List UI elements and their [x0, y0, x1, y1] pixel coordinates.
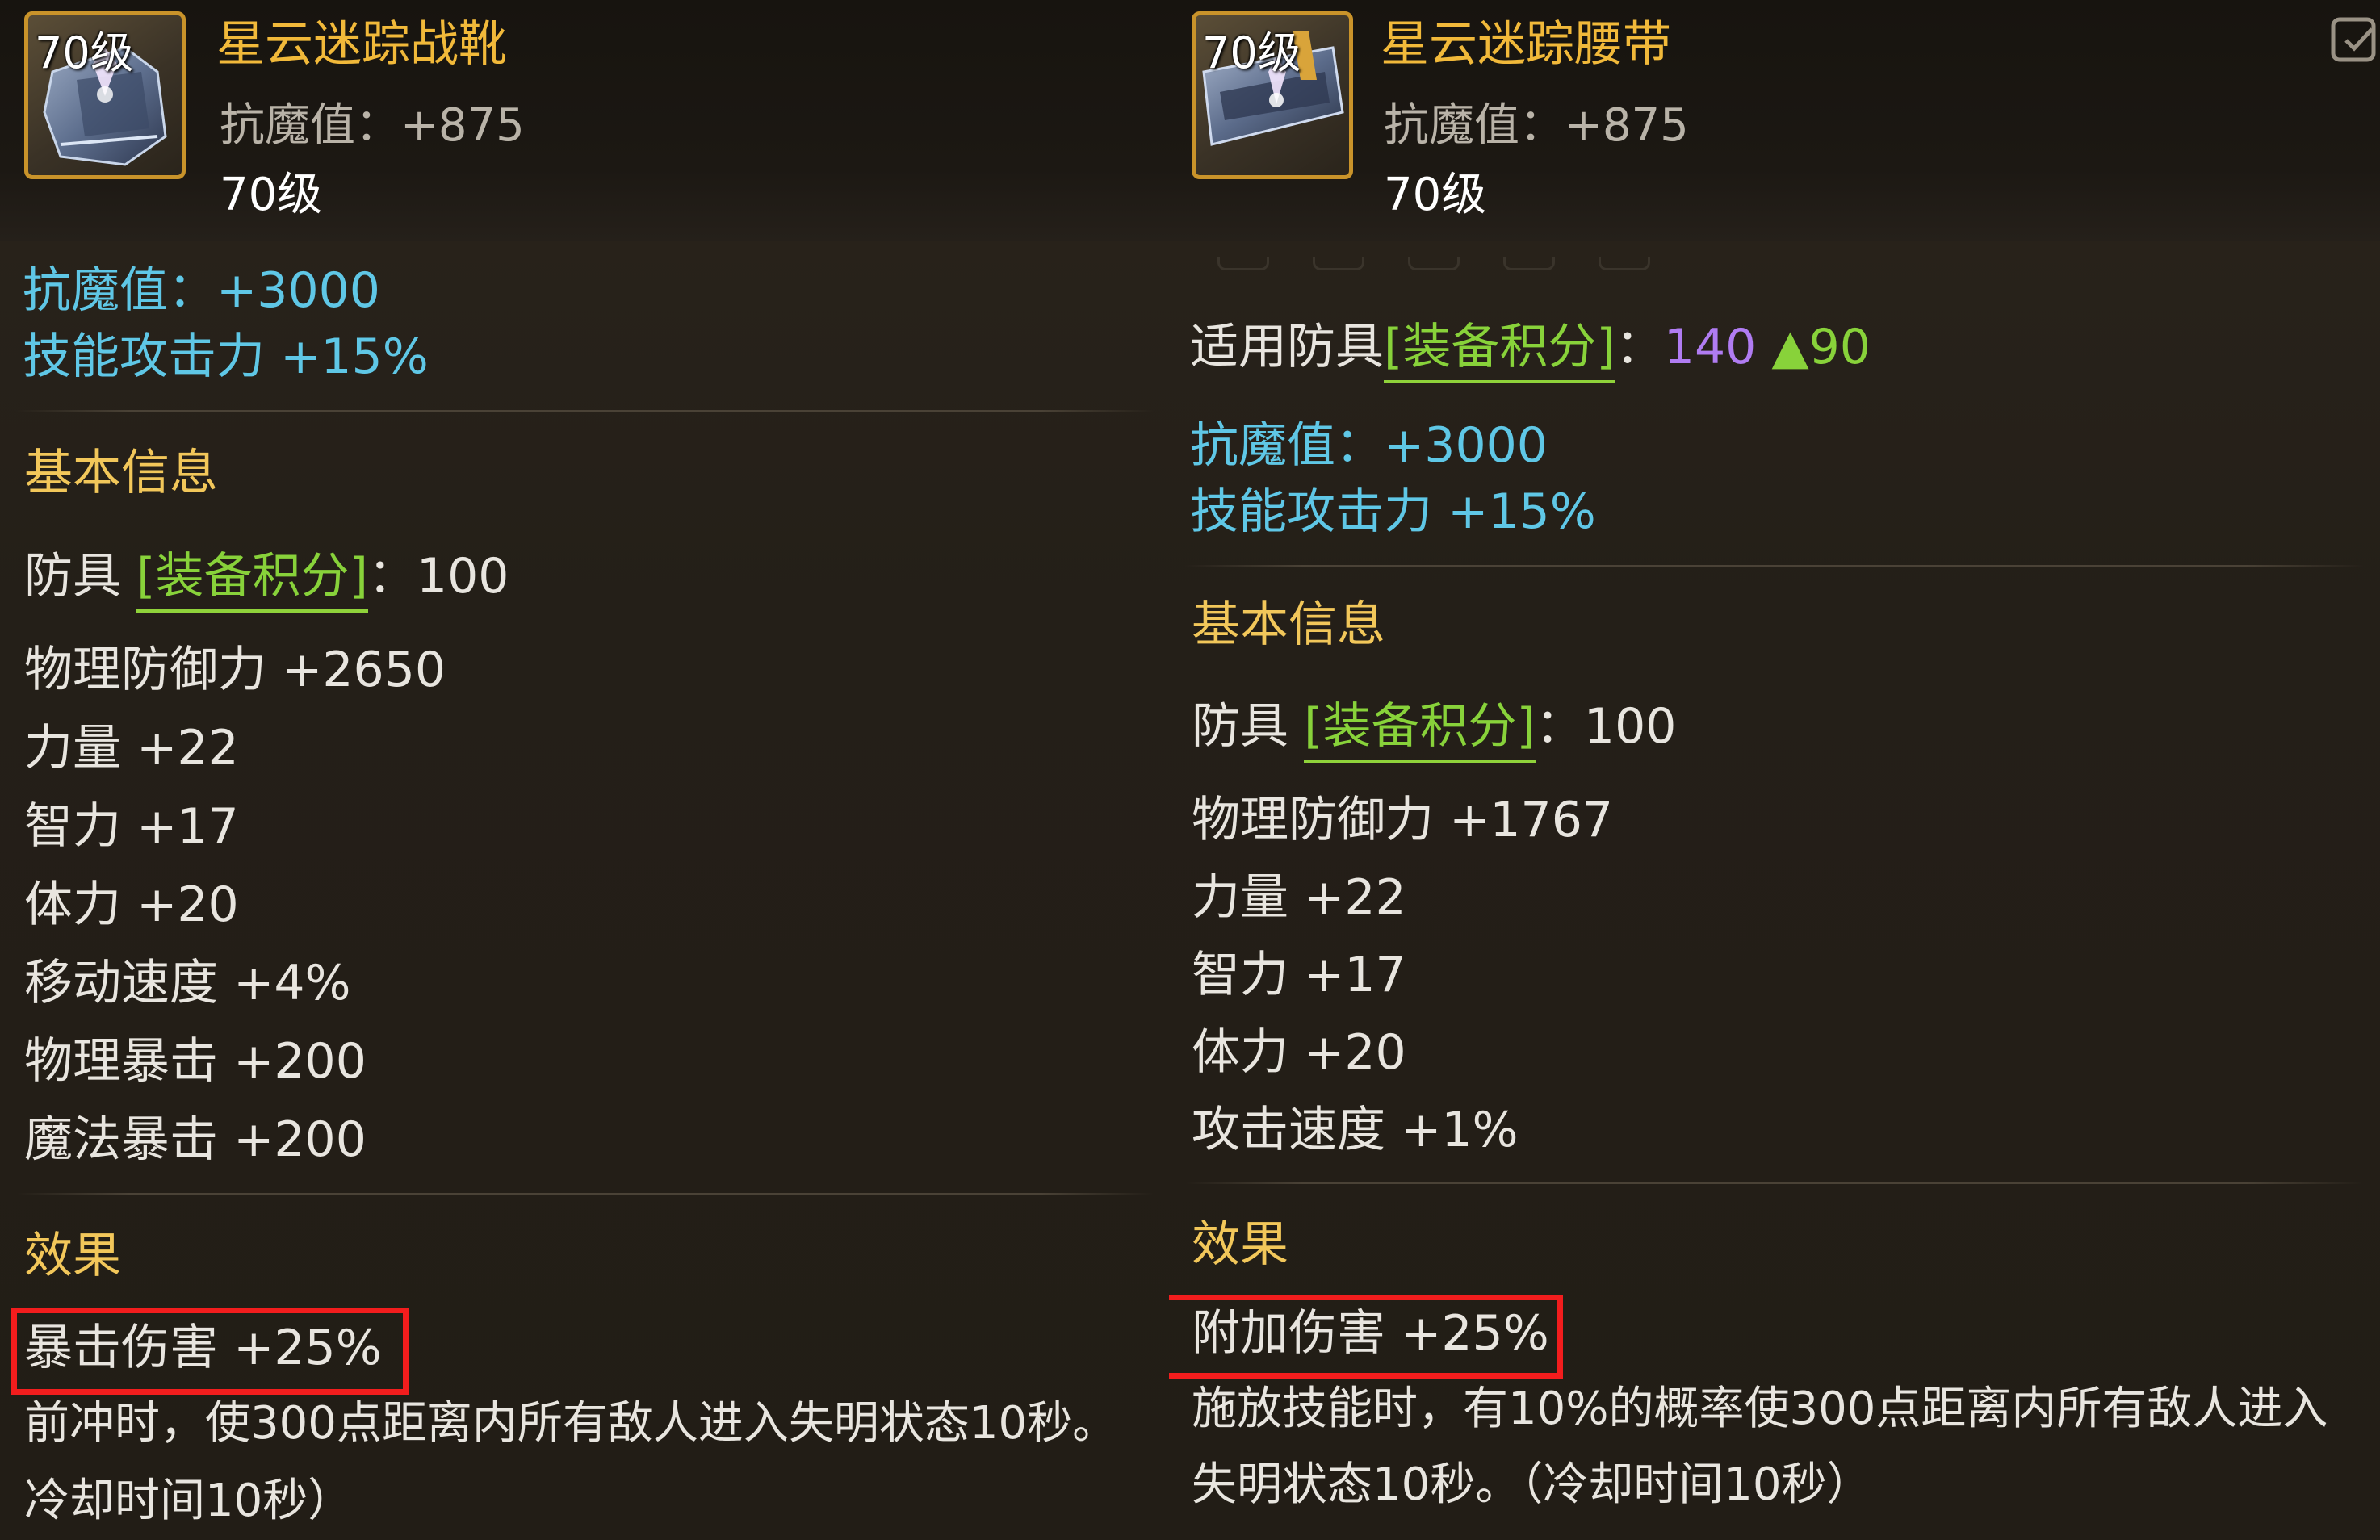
stat-move-speed: 移动速度 +4%	[24, 955, 351, 1011]
item-level-badge: 70级	[35, 27, 134, 78]
stat-attack-speed: 攻击速度 +1%	[1192, 1102, 1519, 1158]
belt-item-icon[interactable]: 70级	[1192, 11, 1353, 179]
basic-info-header: 基本信息	[1192, 596, 1385, 653]
stat-magic-crit: 魔法暴击 +200	[24, 1111, 367, 1168]
socket-slot	[1599, 257, 1650, 270]
item-name: 星云迷踪腰带	[1381, 16, 1671, 73]
stat-stamina: 体力 +20	[24, 877, 239, 933]
score-increase: ▲90	[1771, 319, 1871, 375]
stat-phys-def: 物理防御力 +2650	[24, 642, 446, 698]
bonus-resist: 抗魔值：+3000	[1190, 417, 1548, 474]
effect-header: 效果	[24, 1228, 121, 1284]
equip-score-link[interactable]: [装备积分]	[1384, 319, 1615, 383]
effect-desc-cont: 失明状态10秒。（冷却时间10秒）	[1192, 1458, 1872, 1511]
item-level: 70级	[220, 169, 323, 221]
socket-slots	[1217, 257, 1694, 274]
socket-slot	[1313, 257, 1364, 270]
item-level-badge: 70级	[1202, 27, 1301, 78]
stat-strength: 力量 +22	[24, 720, 239, 776]
section-divider	[16, 1193, 1154, 1195]
socket-slot	[1217, 257, 1269, 270]
equip-score-link[interactable]: [装备积分]	[136, 548, 368, 613]
armor-score-value: ：100	[1535, 698, 1677, 755]
effect-header: 效果	[1192, 1216, 1288, 1273]
armor-score-line: 防具 [装备积分]：100	[1192, 698, 1676, 763]
item-resist: 抗魔值：+875	[1384, 99, 1689, 152]
effect-desc: 施放技能时，有10%的概率使300点距离内所有敌人进入	[1192, 1383, 2328, 1435]
tooltip-header: 70级 星云迷踪战靴 抗魔值：+875 70级	[0, 0, 1169, 241]
stat-intellect: 智力 +17	[1192, 947, 1406, 1003]
boots-item-icon[interactable]: 70级	[24, 11, 186, 179]
applicable-prefix: 适用防具	[1190, 319, 1384, 375]
bonus-skill-attack: 技能攻击力 +15%	[1190, 483, 1596, 540]
effect-main: 附加伤害 +25%	[1192, 1305, 1549, 1362]
section-divider	[1185, 1182, 2364, 1184]
section-divider	[1185, 565, 2364, 567]
bonus-resist: 抗魔值：+3000	[23, 262, 380, 319]
stat-stamina: 体力 +20	[1192, 1024, 1406, 1081]
basic-info-header: 基本信息	[24, 445, 218, 501]
armor-score-value: ：100	[367, 548, 509, 605]
stat-phys-def: 物理防御力 +1767	[1192, 792, 1614, 848]
compare-toggle-icon[interactable]	[2330, 15, 2380, 65]
effect-main: 暴击伤害 +25%	[24, 1320, 382, 1376]
effect-desc-cont: 冷却时间10秒）	[24, 1475, 354, 1527]
stat-phys-crit: 物理暴击 +200	[24, 1033, 367, 1090]
applicable-score-value: 140	[1663, 319, 1757, 375]
armor-prefix: 防具	[1192, 698, 1288, 755]
armor-prefix: 防具	[24, 548, 121, 605]
item-level: 70级	[1384, 169, 1487, 221]
bonus-skill-attack: 技能攻击力 +15%	[23, 329, 429, 385]
item-resist: 抗魔值：+875	[220, 99, 525, 152]
stat-strength: 力量 +22	[1192, 869, 1406, 926]
applicable-score-line: 适用防具[装备积分]：140 ▲90	[1190, 319, 1871, 383]
tooltip-header: 70级 星云迷踪腰带 抗魔值：+875 70级	[1169, 0, 2380, 241]
socket-slot	[1408, 257, 1460, 270]
applicable-colon: ：	[1615, 319, 1664, 375]
stat-intellect: 智力 +17	[24, 798, 239, 855]
socket-slot	[1503, 257, 1555, 270]
armor-score-line: 防具 [装备积分]：100	[24, 548, 509, 613]
effect-desc: 前冲时，使300点距离内所有敌人进入失明状态10秒。	[24, 1397, 1118, 1450]
section-divider	[16, 410, 1154, 412]
item-name: 星云迷踪战靴	[216, 16, 507, 73]
item-tooltip-belt: 70级 星云迷踪腰带 抗魔值：+875 70级 适用防具[装备积分]：140 ▲…	[1169, 0, 2380, 1540]
item-tooltip-boots: 70级 星云迷踪战靴 抗魔值：+875 70级 抗魔值：+3000 技能攻击力 …	[0, 0, 1169, 1540]
equip-score-link[interactable]: [装备积分]	[1304, 698, 1536, 763]
